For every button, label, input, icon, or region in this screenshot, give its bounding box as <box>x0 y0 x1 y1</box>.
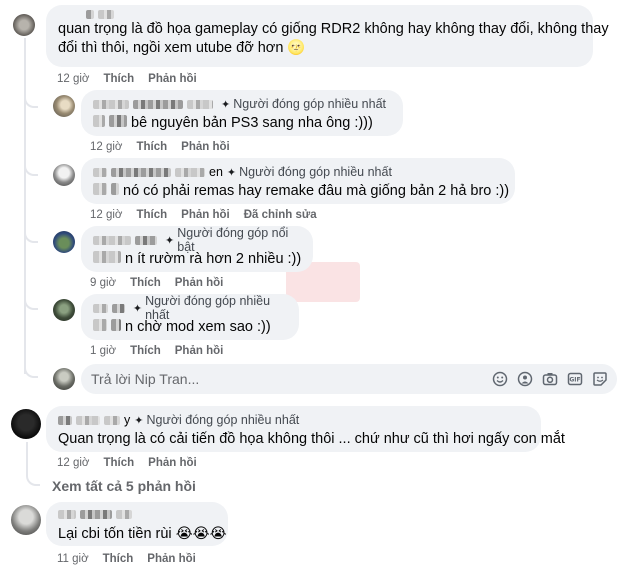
timestamp[interactable]: 12 giờ <box>90 209 122 221</box>
see-all-replies-link[interactable]: Xem tất cả 5 phản hồi <box>52 478 196 494</box>
like-button[interactable]: Thích <box>136 141 167 153</box>
sticker-icon[interactable] <box>591 371 609 389</box>
author-name[interactable] <box>58 8 581 20</box>
timestamp[interactable]: 12 giờ <box>57 457 89 469</box>
avatar[interactable] <box>53 231 75 253</box>
contributor-badge-icon: ✦ <box>132 302 143 315</box>
reply-toolbar: GIF <box>484 371 609 389</box>
comment-text: Lại cbi tốn tiền rùi 😭😭😭 <box>58 526 227 542</box>
thread-connector-6 <box>26 442 40 486</box>
badge-label: Người đóng góp nhiều nhất <box>233 97 387 111</box>
comment-actions: 12 giờ Thích Phản hồi <box>57 456 211 470</box>
current-user-avatar[interactable] <box>53 368 75 390</box>
reply-bubble: en ✦ Người đóng góp nhiều nhất nó có phả… <box>81 158 515 204</box>
comment-actions: 9 giờ Thích Phản hồi <box>90 276 237 290</box>
thread-connector-3 <box>24 223 38 243</box>
badge-label: Người đóng góp nhiều nhất <box>239 165 392 179</box>
reply-bubble: ✦ Người đóng góp nhiều nhất bê nguyên bả… <box>81 90 403 136</box>
comment-actions: 12 giờ Thích Phản hồi <box>57 72 211 86</box>
emoji-icon[interactable] <box>491 371 509 389</box>
comment-actions: 11 giờ Thích Phản hồi <box>57 552 210 566</box>
author-name[interactable]: ✦ Người đóng góp nổi bật <box>93 226 301 254</box>
contributor-badge-icon: ✦ <box>134 414 144 427</box>
crying-emoji: 😭😭😭 <box>175 526 227 542</box>
reply-button[interactable]: Phản hồi <box>147 553 196 565</box>
contributor-badge-icon: ✦ <box>226 166 237 179</box>
thread-connector-5 <box>24 358 38 378</box>
svg-text:GIF: GIF <box>569 377 580 384</box>
author-name[interactable]: y ✦ Người đóng góp nhiều nhất <box>58 412 529 428</box>
camera-icon[interactable] <box>541 371 559 389</box>
badge-label: Người đóng góp nhiều nhất <box>146 413 300 427</box>
reply-button[interactable]: Phản hồi <box>175 277 224 289</box>
comment-text: quan trọng là đồ họa gameplay có giống R… <box>58 21 609 37</box>
comment-text: n chờ mod xem sao :)) <box>93 318 287 337</box>
comment-actions: 12 giờ Thích Phản hồi <box>90 140 244 154</box>
reply-button[interactable]: Phản hồi <box>181 209 230 221</box>
author-name-visible: en <box>209 165 223 179</box>
author-name[interactable]: en ✦ Người đóng góp nhiều nhất <box>93 164 503 180</box>
author-name[interactable]: ✦ Người đóng góp nhiều nhất <box>93 294 287 322</box>
comment-text: Quan trọng là có cải tiến đồ họa không t… <box>58 431 565 447</box>
avatar[interactable] <box>13 14 35 36</box>
comment-bubble-top: quan trọng là đồ họa gameplay có giống R… <box>46 5 609 67</box>
comment-text: nó có phải remas hay remake đâu mà giống… <box>93 182 509 201</box>
reply-bubble: ✦ Người đóng góp nhiều nhất n chờ mod xe… <box>81 294 299 340</box>
thread-connector-4 <box>24 290 38 310</box>
like-button[interactable]: Thích <box>103 457 134 469</box>
reply-button[interactable]: Phản hồi <box>148 73 197 85</box>
gif-icon[interactable]: GIF <box>566 371 584 389</box>
timestamp[interactable]: 9 giờ <box>90 277 116 289</box>
like-button[interactable]: Thích <box>103 553 134 565</box>
emoji: 🌝 <box>287 40 306 56</box>
like-button[interactable]: Thích <box>130 277 161 289</box>
comment-text: đổi thì thôi, ngồi xem utube đỡ hơn 🌝 <box>58 40 306 56</box>
author-name-visible: y <box>124 413 131 427</box>
contributor-badge-icon: ✦ <box>221 98 231 111</box>
reply-placeholder[interactable]: Trả lời Nip Tran... <box>91 371 199 387</box>
thread-connector-2 <box>24 156 38 176</box>
edited-label[interactable]: Đã chỉnh sửa <box>244 209 317 221</box>
author-name[interactable]: ✦ Người đóng góp nhiều nhất <box>93 96 391 112</box>
timestamp[interactable]: 11 giờ <box>57 553 89 565</box>
like-button[interactable]: Thích <box>103 73 134 85</box>
contributor-badge-icon: ✦ <box>165 234 175 247</box>
timestamp[interactable]: 12 giờ <box>90 141 122 153</box>
comment-text: n ít rườm rà hơn 2 nhiều :)) <box>93 250 301 269</box>
comment-bubble: Lại cbi tốn tiền rùi 😭😭😭 <box>46 502 228 546</box>
avatar[interactable] <box>11 409 41 439</box>
reply-bubble: ✦ Người đóng góp nổi bật n ít rườm rà hơ… <box>81 226 313 272</box>
reply-input[interactable]: Trả lời Nip Tran... GIF <box>81 364 617 394</box>
comment-text: bê nguyên bản PS3 sang nha ông :))) <box>93 114 391 133</box>
avatar[interactable] <box>53 164 75 186</box>
comment-actions: 12 giờ Thích Phản hồi Đã chỉnh sửa <box>90 208 331 222</box>
reply-button[interactable]: Phản hồi <box>181 141 230 153</box>
author-name[interactable] <box>58 506 216 522</box>
comment-actions: 1 giờ Thích Phản hồi <box>90 344 237 358</box>
like-button[interactable]: Thích <box>136 209 167 221</box>
timestamp[interactable]: 12 giờ <box>57 73 89 85</box>
thread-connector-1 <box>24 86 38 108</box>
avatar[interactable] <box>11 505 41 535</box>
avatar[interactable] <box>53 299 75 321</box>
timestamp[interactable]: 1 giờ <box>90 345 116 357</box>
avatar-sticker-icon[interactable] <box>516 371 534 389</box>
reply-button[interactable]: Phản hồi <box>175 345 224 357</box>
comment-bubble: y ✦ Người đóng góp nhiều nhất Quan trọng… <box>46 406 565 452</box>
like-button[interactable]: Thích <box>130 345 161 357</box>
avatar[interactable] <box>53 95 75 117</box>
reply-button[interactable]: Phản hồi <box>148 457 197 469</box>
